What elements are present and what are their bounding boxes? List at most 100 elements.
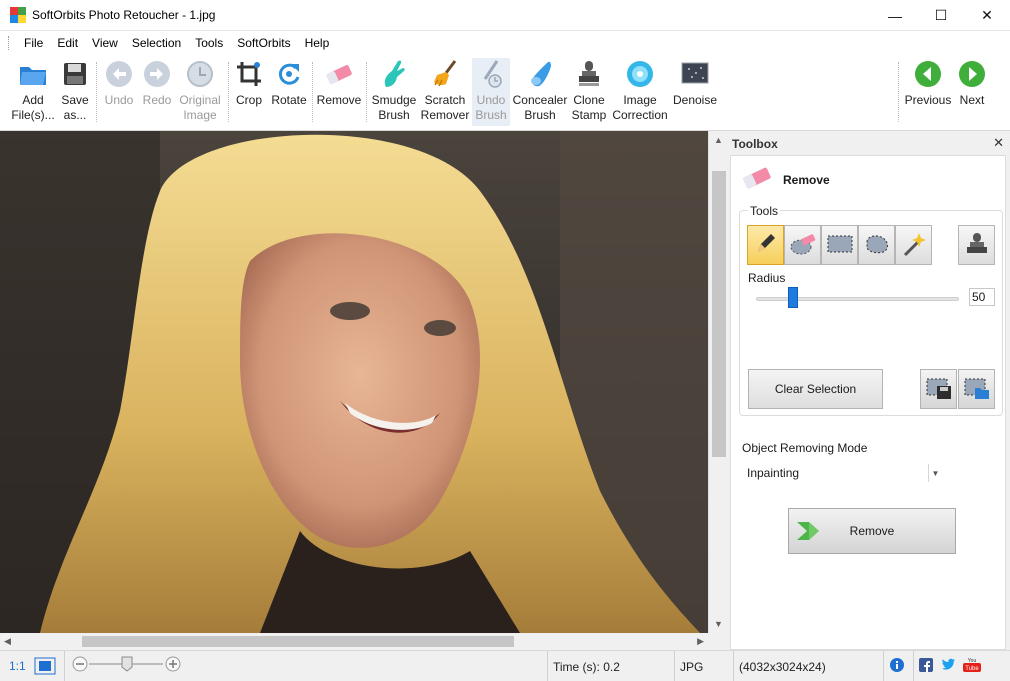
menu-view[interactable]: View [85, 36, 125, 50]
radius-label: Radius [748, 271, 786, 285]
title-bar: SoftOrbits Photo Retoucher - 1.jpg — ☐ ✕ [0, 0, 1010, 31]
facebook-icon[interactable] [919, 658, 933, 675]
previous-button[interactable]: Previous [903, 58, 953, 126]
scroll-right-icon[interactable]: ▶ [697, 636, 704, 647]
rectangle-select-icon [826, 233, 854, 258]
menu-selection[interactable]: Selection [125, 36, 188, 50]
stamp-tool-button[interactable] [958, 225, 995, 265]
magic-wand-icon [901, 231, 927, 260]
svg-text:You: You [968, 658, 977, 664]
portrait-photo [0, 131, 708, 633]
chevron-down-icon: ▼ [928, 464, 942, 482]
crop-icon [233, 58, 265, 90]
image-correction-label-2: Correction [612, 108, 668, 122]
radius-value-input[interactable]: 50 [969, 288, 995, 306]
add-files-label-2: File(s)... [11, 108, 55, 122]
tool-heading: Remove [783, 173, 830, 187]
scroll-up-icon[interactable]: ▲ [714, 135, 723, 145]
crop-button[interactable]: Crop [232, 58, 266, 126]
menu-edit[interactable]: Edit [50, 36, 85, 50]
menu-tools[interactable]: Tools [188, 36, 230, 50]
undo-brush-label-2: Brush [475, 108, 507, 122]
next-button[interactable]: Next [955, 58, 989, 126]
info-icon[interactable] [889, 657, 905, 676]
rotate-label: Rotate [271, 93, 307, 107]
scratch-remover-button[interactable]: Scratch Remover [420, 58, 470, 126]
status-info [883, 651, 913, 681]
zoom-out-icon[interactable] [72, 656, 88, 675]
smudge-brush-label-2: Brush [378, 108, 410, 122]
scroll-left-icon[interactable]: ◀ [4, 636, 11, 647]
save-as-button[interactable]: Save as... [58, 58, 92, 126]
youtube-icon[interactable]: Tube You [963, 658, 981, 675]
radius-slider-thumb[interactable] [787, 287, 798, 308]
original-image-button[interactable]: Original Image [176, 58, 224, 126]
add-files-button[interactable]: Add File(s)... [10, 58, 56, 126]
close-button[interactable]: ✕ [964, 0, 1010, 31]
menu-bar: File Edit View Selection Tools SoftOrbit… [0, 31, 1010, 54]
remove-button[interactable]: Remove [788, 508, 956, 554]
undo-brush-icon [475, 58, 507, 90]
zoom-in-icon[interactable] [165, 656, 181, 675]
rectangle-select-button[interactable] [821, 225, 858, 265]
save-mask-icon [925, 376, 953, 403]
mode-value: Inpainting [747, 466, 800, 480]
denoise-button[interactable]: Denoise [672, 58, 718, 126]
concealer-brush-label-1: Concealer [512, 93, 568, 107]
fit-to-window-icon[interactable] [34, 657, 56, 678]
vertical-scrollbar[interactable]: ▲ ▼ [708, 131, 728, 633]
status-format: JPG [674, 651, 733, 681]
horizontal-scroll-thumb[interactable] [82, 636, 514, 647]
toolbar-separator [228, 62, 229, 122]
stamp-icon [965, 231, 989, 260]
pencil-tool-button[interactable] [747, 225, 784, 265]
scroll-down-icon[interactable]: ▼ [714, 619, 723, 629]
remove-tool-button[interactable]: Remove [315, 58, 363, 126]
menu-help[interactable]: Help [298, 36, 337, 50]
clear-selection-label: Clear Selection [774, 382, 857, 396]
clone-stamp-button[interactable]: Clone Stamp [570, 58, 608, 126]
toolbox-body: Remove Tools Radius 50 Clear Selection O… [730, 155, 1006, 650]
save-as-label-1: Save [61, 93, 89, 107]
format-text: JPG [680, 659, 704, 674]
image-correction-label-1: Image [623, 93, 657, 107]
actual-size-button[interactable]: 1:1 [9, 659, 26, 673]
zoom-slider-thumb[interactable] [121, 656, 133, 675]
dimensions-text: (4032x3024x24) [739, 659, 826, 674]
rotate-icon [273, 58, 305, 90]
lasso-select-button[interactable] [858, 225, 895, 265]
load-mask-button[interactable] [958, 369, 995, 409]
stamp-icon [573, 58, 605, 90]
maximize-button[interactable]: ☐ [918, 0, 964, 31]
magic-wand-button[interactable] [895, 225, 932, 265]
image-canvas[interactable] [0, 131, 708, 633]
vertical-scroll-thumb[interactable] [712, 171, 726, 457]
menu-softorbits[interactable]: SoftOrbits [230, 36, 297, 50]
window-title: SoftOrbits Photo Retoucher - 1.jpg [32, 8, 216, 22]
status-divider [64, 651, 65, 681]
scratch-remover-label-1: Scratch [424, 93, 466, 107]
time-text: Time (s): 0.2 [553, 659, 620, 674]
clear-selection-button[interactable]: Clear Selection [748, 369, 883, 409]
broom-brush-icon [429, 58, 461, 90]
mode-dropdown[interactable]: Inpainting ▼ [742, 463, 942, 483]
rotate-button[interactable]: Rotate [268, 58, 310, 126]
radius-slider-track[interactable] [756, 297, 959, 301]
redo-button[interactable]: Redo [139, 58, 175, 126]
save-mask-button[interactable] [920, 369, 957, 409]
minimize-button[interactable]: — [872, 0, 918, 31]
twitter-icon[interactable] [940, 658, 956, 675]
concealer-brush-label-2: Brush [524, 108, 556, 122]
smudge-brush-button[interactable]: Smudge Brush [369, 58, 419, 126]
menu-file[interactable]: File [17, 36, 50, 50]
undo-brush-button[interactable]: Undo Brush [472, 58, 510, 126]
mode-label: Object Removing Mode [742, 441, 868, 455]
eraser-tool-button[interactable] [784, 225, 821, 265]
horizontal-scrollbar[interactable]: ◀ ▶ [0, 633, 708, 650]
concealer-brush-button[interactable]: Concealer Brush [512, 58, 568, 126]
toolbox-close-icon[interactable]: ✕ [993, 135, 1004, 151]
add-files-label-1: Add [22, 93, 44, 107]
undo-button[interactable]: Undo [100, 58, 138, 126]
original-image-label-1: Original [179, 93, 221, 107]
image-correction-button[interactable]: Image Correction [610, 58, 670, 126]
